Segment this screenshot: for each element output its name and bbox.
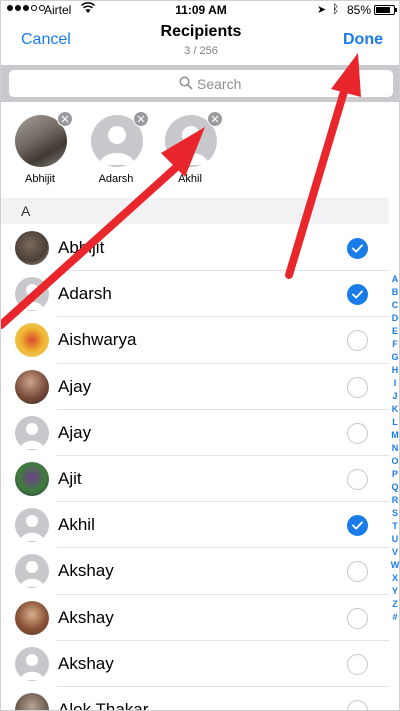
index-letter[interactable]: L (389, 416, 399, 429)
selection-checkbox[interactable] (347, 515, 368, 537)
index-letter[interactable]: J (389, 390, 399, 403)
index-letter[interactable]: Y (389, 585, 399, 598)
alphabet-index[interactable]: A B C D E F G H I J K L M N O P Q R S T U V W X Y Z # (389, 273, 399, 624)
bluetooth-icon: ᛒ (332, 2, 340, 16)
index-letter[interactable]: Z (389, 598, 399, 611)
contact-name: Akshay (58, 607, 114, 627)
index-letter[interactable]: I (389, 377, 399, 390)
index-letter[interactable]: H (389, 364, 399, 377)
contact-name: Alok Thakar (58, 699, 149, 711)
index-letter[interactable]: P (389, 468, 399, 481)
selection-checkbox[interactable] (347, 607, 368, 629)
contact-row[interactable]: Abhijit (1, 225, 389, 272)
contact-name: Ajay (58, 376, 92, 396)
recipient-name: Akhil (178, 173, 202, 185)
selection-checkbox[interactable] (347, 561, 368, 583)
contact-name: Adarsh (58, 284, 112, 304)
contact-row[interactable]: Akshay (1, 641, 389, 687)
contact-row[interactable]: Ajit (1, 456, 389, 503)
avatar (15, 600, 49, 635)
index-letter[interactable]: F (389, 338, 399, 351)
avatar (15, 646, 49, 681)
section-letter: A (21, 203, 31, 219)
selection-checkbox[interactable] (347, 699, 368, 710)
selection-count: 3 / 256 (184, 45, 218, 57)
index-letter[interactable]: Q (389, 481, 399, 494)
selection-checkbox[interactable] (347, 376, 368, 398)
contact-row[interactable]: Aishwarya (1, 317, 389, 364)
avatar (15, 692, 49, 710)
index-letter[interactable]: B (389, 286, 399, 299)
contact-row[interactable]: Akshay (1, 595, 389, 641)
location-arrow-icon: ➤ (317, 4, 327, 16)
index-letter[interactable]: K (389, 403, 399, 416)
contact-row[interactable]: Ajay (1, 410, 389, 456)
contact-list: Abhijit Adarsh Aishwarya Ajay Ajay Ajit … (1, 225, 389, 711)
selection-checkbox[interactable] (347, 330, 368, 352)
avatar (15, 554, 49, 589)
index-letter[interactable]: T (389, 520, 399, 533)
avatar (15, 277, 49, 312)
contact-row[interactable]: Akshay (1, 548, 389, 595)
remove-recipient-icon[interactable]: ✕ (207, 111, 223, 127)
section-header: A (1, 198, 389, 224)
avatar (15, 323, 49, 358)
selection-checkbox[interactable] (347, 284, 368, 306)
avatar (15, 508, 49, 543)
index-letter[interactable]: W (389, 559, 399, 572)
selection-checkbox[interactable] (347, 238, 368, 259)
contact-name: Ajit (58, 468, 82, 488)
remove-recipient-icon[interactable]: ✕ (133, 111, 149, 127)
battery-icon (374, 5, 397, 15)
contact-name: Ajay (58, 422, 92, 442)
index-letter[interactable]: N (389, 442, 399, 455)
contact-row[interactable]: Alok Thakar (1, 687, 389, 711)
search-field[interactable] (9, 70, 393, 97)
search-icon (179, 76, 193, 90)
clock: 11:09 AM (175, 3, 227, 17)
selection-checkbox[interactable] (347, 653, 368, 675)
navigation-bar: Cancel Recipients 3 / 256 Done (1, 19, 399, 63)
index-letter[interactable]: E (389, 325, 399, 338)
index-letter[interactable]: U (389, 533, 399, 546)
recipient-name: Abhijit (25, 173, 55, 185)
avatar (15, 369, 49, 404)
index-letter[interactable]: S (389, 507, 399, 520)
contact-row[interactable]: Adarsh (1, 271, 389, 318)
selection-checkbox[interactable] (347, 468, 368, 490)
index-letter[interactable]: # (389, 611, 399, 624)
page-title: Recipients (160, 23, 242, 40)
contact-name: Akshay (58, 561, 114, 581)
index-letter[interactable]: R (389, 494, 399, 507)
index-letter[interactable]: M (389, 429, 399, 442)
done-button[interactable]: Done (343, 31, 383, 49)
contact-name: Akhil (58, 515, 95, 535)
selected-recipients: ✕ Abhijit ✕ Adarsh ✕ Akhil (1, 103, 399, 195)
status-bar: Airtel 11:09 AM ➤ ᛒ 85% (1, 1, 399, 19)
index-letter[interactable]: V (389, 546, 399, 559)
contact-name: Akshay (58, 653, 114, 673)
selection-checkbox[interactable] (347, 422, 368, 444)
contact-row[interactable]: Ajay (1, 364, 389, 410)
contact-name: Abhijit (58, 238, 105, 257)
search-input[interactable] (197, 74, 377, 93)
search-bar (1, 65, 399, 102)
remove-recipient-icon[interactable]: ✕ (57, 111, 73, 127)
index-letter[interactable]: A (389, 273, 399, 286)
index-letter[interactable]: O (389, 455, 399, 468)
avatar (15, 415, 49, 450)
index-letter[interactable]: C (389, 299, 399, 312)
index-letter[interactable]: X (389, 572, 399, 585)
avatar (15, 461, 49, 496)
contact-row[interactable]: Akhil (1, 502, 389, 549)
contact-name: Aishwarya (58, 330, 137, 350)
avatar (15, 231, 49, 265)
index-letter[interactable]: D (389, 312, 399, 325)
recipients-screen: Airtel 11:09 AM ➤ ᛒ 85% Cancel Recipient… (0, 0, 400, 711)
battery-percentage: 85% (347, 3, 372, 17)
index-letter[interactable]: G (389, 351, 399, 364)
